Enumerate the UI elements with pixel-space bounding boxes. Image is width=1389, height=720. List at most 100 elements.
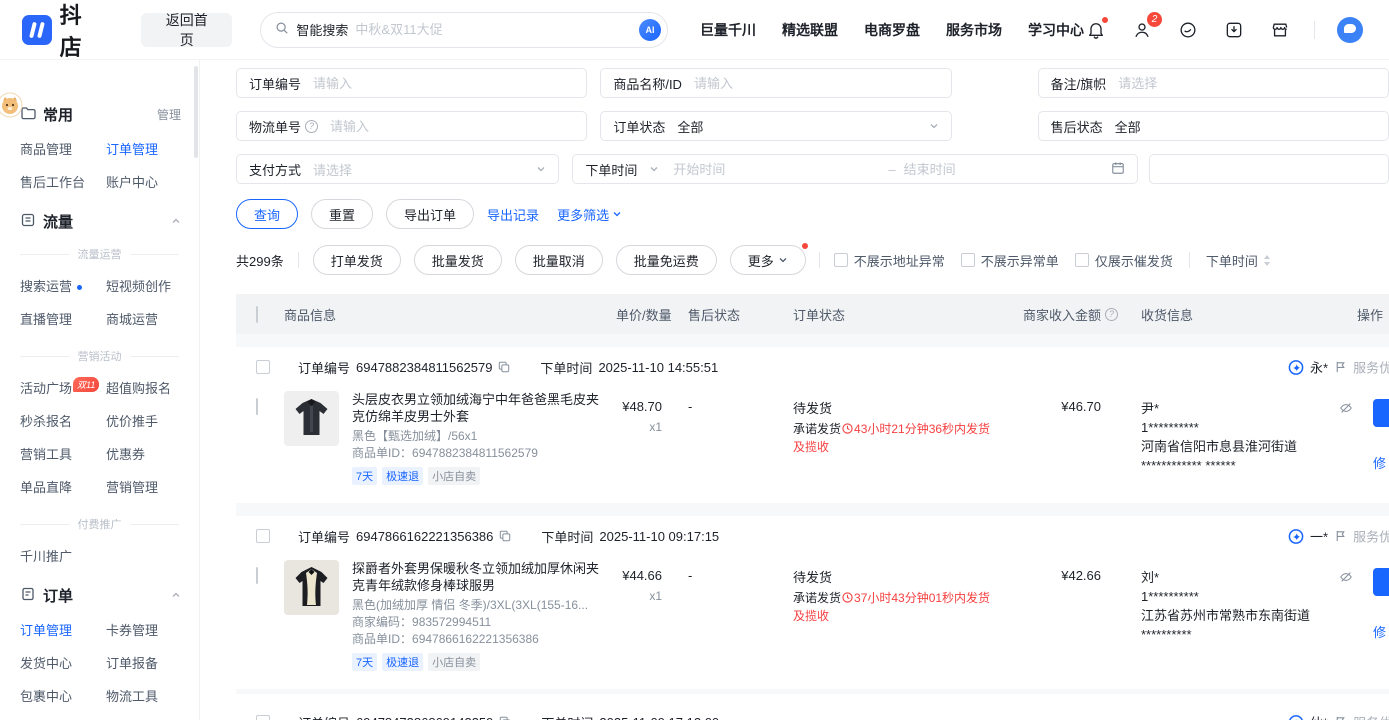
buyer-name[interactable]: 一* [1310, 527, 1328, 546]
nav-qianchuan[interactable]: 巨量千川 [700, 20, 756, 40]
sidebar-item-order-manage2[interactable]: 订单管理 [20, 620, 106, 639]
payment-filter[interactable]: 支付方式 请选择 [236, 154, 559, 184]
buyer-name[interactable]: 永* [1310, 358, 1328, 377]
product-filter[interactable]: 商品名称/ID [600, 68, 951, 98]
only-urged-checkbox[interactable]: 仅展示催发货 [1075, 251, 1173, 270]
export-order-button[interactable]: 导出订单 [386, 199, 474, 229]
sidebar-item-marketing-manage[interactable]: 营销管理 [106, 477, 185, 496]
brand-logo[interactable]: 抖店 [22, 0, 107, 62]
order-checkbox[interactable] [256, 360, 270, 374]
copy-icon[interactable] [498, 361, 510, 373]
search-input[interactable] [355, 22, 632, 37]
checkbox-icon[interactable] [961, 253, 975, 267]
pigeon-chat-icon[interactable] [1288, 714, 1304, 720]
sidebar-item-aftersale-workbench[interactable]: 售后工作台 [20, 172, 106, 191]
product-title[interactable]: 探爵者外套男保暖秋冬立领加绒加厚休闲夹克青年绒款修身棒球服男 [352, 560, 600, 594]
sidebar-item-account-center[interactable]: 账户中心 [106, 172, 185, 191]
tracking-input[interactable] [330, 119, 574, 134]
sidebar-item-mall-ops[interactable]: 商城运营 [106, 309, 185, 328]
question-icon[interactable] [305, 120, 318, 133]
sidebar-item-search-ops[interactable]: 搜索运营 [20, 276, 106, 295]
order-no-input[interactable] [313, 76, 574, 91]
sidebar-item-product-manage[interactable]: 商品管理 [20, 139, 106, 158]
hide-address-abnormal-checkbox[interactable]: 不展示地址异常 [834, 251, 945, 270]
order-time-sorter[interactable]: 下单时间 [1206, 251, 1272, 270]
row-checkbox[interactable] [256, 398, 258, 415]
batch-cancel-button[interactable]: 批量取消 [515, 245, 603, 275]
nav-service-market[interactable]: 服务市场 [946, 20, 1002, 40]
eye-off-icon[interactable] [1339, 570, 1353, 584]
user-avatar[interactable] [1337, 17, 1363, 43]
time-range-filter[interactable]: 下单时间 – [572, 154, 1137, 184]
query-button[interactable]: 查询 [236, 199, 298, 229]
flag-icon[interactable] [1334, 716, 1347, 720]
eye-off-icon[interactable] [1339, 401, 1353, 415]
sidebar-item-qianchuan-promo[interactable]: 千川推广 [20, 546, 106, 565]
copy-icon[interactable] [499, 530, 511, 542]
sidebar-item-package-center[interactable]: 包裹中心 [20, 686, 106, 705]
nav-jingxuan[interactable]: 精选联盟 [782, 20, 838, 40]
pigeon-chat-icon[interactable] [1288, 359, 1304, 375]
edit-address-link[interactable]: 修 [1373, 622, 1389, 641]
order-status-filter[interactable]: 订单状态 全部 [600, 111, 951, 141]
sidebar-item-ship-center[interactable]: 发货中心 [20, 653, 106, 672]
chevron-up-icon[interactable] [171, 213, 181, 230]
nav-learning[interactable]: 学习中心 [1028, 20, 1084, 40]
select-all-checkbox[interactable] [256, 306, 258, 323]
sidebar-item-logistics-tools[interactable]: 物流工具 [106, 686, 185, 705]
export-log-link[interactable]: 导出记录 [487, 205, 539, 224]
back-home-button[interactable]: 返回首页 [141, 13, 232, 47]
sidebar-scrollbar[interactable] [194, 66, 198, 158]
product-title[interactable]: 头层皮衣男立领加绒海宁中年爸爸黑毛皮夹克仿绵羊皮男士外套 [352, 391, 600, 425]
aftersale-status-filter[interactable]: 售后状态 全部 [1038, 111, 1389, 141]
sidebar-item-order-report[interactable]: 订单报备 [106, 653, 185, 672]
buyer-name[interactable]: 仙* [1310, 713, 1328, 720]
remark-filter[interactable]: 备注/旗帜 [1038, 68, 1389, 98]
checkbox-icon[interactable] [1075, 253, 1089, 267]
smart-search-box[interactable]: 智能搜索 AI [260, 12, 668, 48]
sidebar-item-card-coupon[interactable]: 卡券管理 [106, 620, 185, 639]
sidebar-item-coupons[interactable]: 优惠券 [106, 444, 185, 463]
sidebar-item-activity-plaza[interactable]: 活动广场双11 [20, 378, 106, 397]
sidebar-item-marketing-tools[interactable]: 营销工具 [20, 444, 106, 463]
batch-ship-button[interactable]: 批量发货 [414, 245, 502, 275]
tracking-filter[interactable]: 物流单号 [236, 111, 587, 141]
flag-icon[interactable] [1334, 361, 1347, 374]
customer-service-icon[interactable] [1176, 18, 1200, 42]
start-time-input[interactable] [673, 162, 880, 177]
order-checkbox[interactable] [256, 529, 270, 543]
remark-input[interactable] [1118, 76, 1376, 91]
sidebar-item-value-buy[interactable]: 超值购报名 [106, 378, 185, 397]
sidebar-item-order-manage[interactable]: 订单管理 [106, 139, 185, 158]
chevron-down-icon[interactable] [929, 121, 939, 131]
product-input[interactable] [694, 76, 939, 91]
order-checkbox[interactable] [256, 715, 270, 720]
question-icon[interactable] [1105, 308, 1118, 321]
account-icon[interactable]: 2 [1130, 18, 1154, 42]
chevron-up-icon[interactable] [171, 587, 181, 604]
extra-filter[interactable] [1149, 154, 1389, 184]
pigeon-chat-icon[interactable] [1288, 528, 1304, 544]
hide-abnormal-order-checkbox[interactable]: 不展示异常单 [961, 251, 1059, 270]
calendar-icon[interactable] [1111, 161, 1125, 178]
chevron-down-icon[interactable] [536, 164, 546, 174]
product-image[interactable] [284, 391, 339, 446]
more-actions-button[interactable]: 更多 [730, 245, 806, 275]
end-time-input[interactable] [904, 162, 1111, 177]
more-filter-link[interactable]: 更多筛选 [557, 205, 622, 224]
ai-assistant-icon[interactable]: AI [639, 19, 661, 41]
sidebar-item-single-discount[interactable]: 单品直降 [20, 477, 106, 496]
checkbox-icon[interactable] [834, 253, 848, 267]
copy-icon[interactable] [499, 716, 511, 720]
reset-button[interactable]: 重置 [311, 199, 373, 229]
print-ship-button[interactable]: 打单发货 [313, 245, 401, 275]
download-center-icon[interactable] [1222, 18, 1246, 42]
notification-bell-icon[interactable] [1084, 18, 1108, 42]
sidebar-item-flash-sale[interactable]: 秒杀报名 [20, 411, 106, 430]
nav-luopan[interactable]: 电商罗盘 [864, 20, 920, 40]
shop-icon[interactable] [1268, 18, 1292, 42]
edit-address-link[interactable]: 修 [1373, 453, 1389, 472]
manage-link[interactable]: 管理 [157, 106, 181, 123]
primary-action-button[interactable] [1373, 399, 1389, 427]
order-no-filter[interactable]: 订单编号 [236, 68, 587, 98]
